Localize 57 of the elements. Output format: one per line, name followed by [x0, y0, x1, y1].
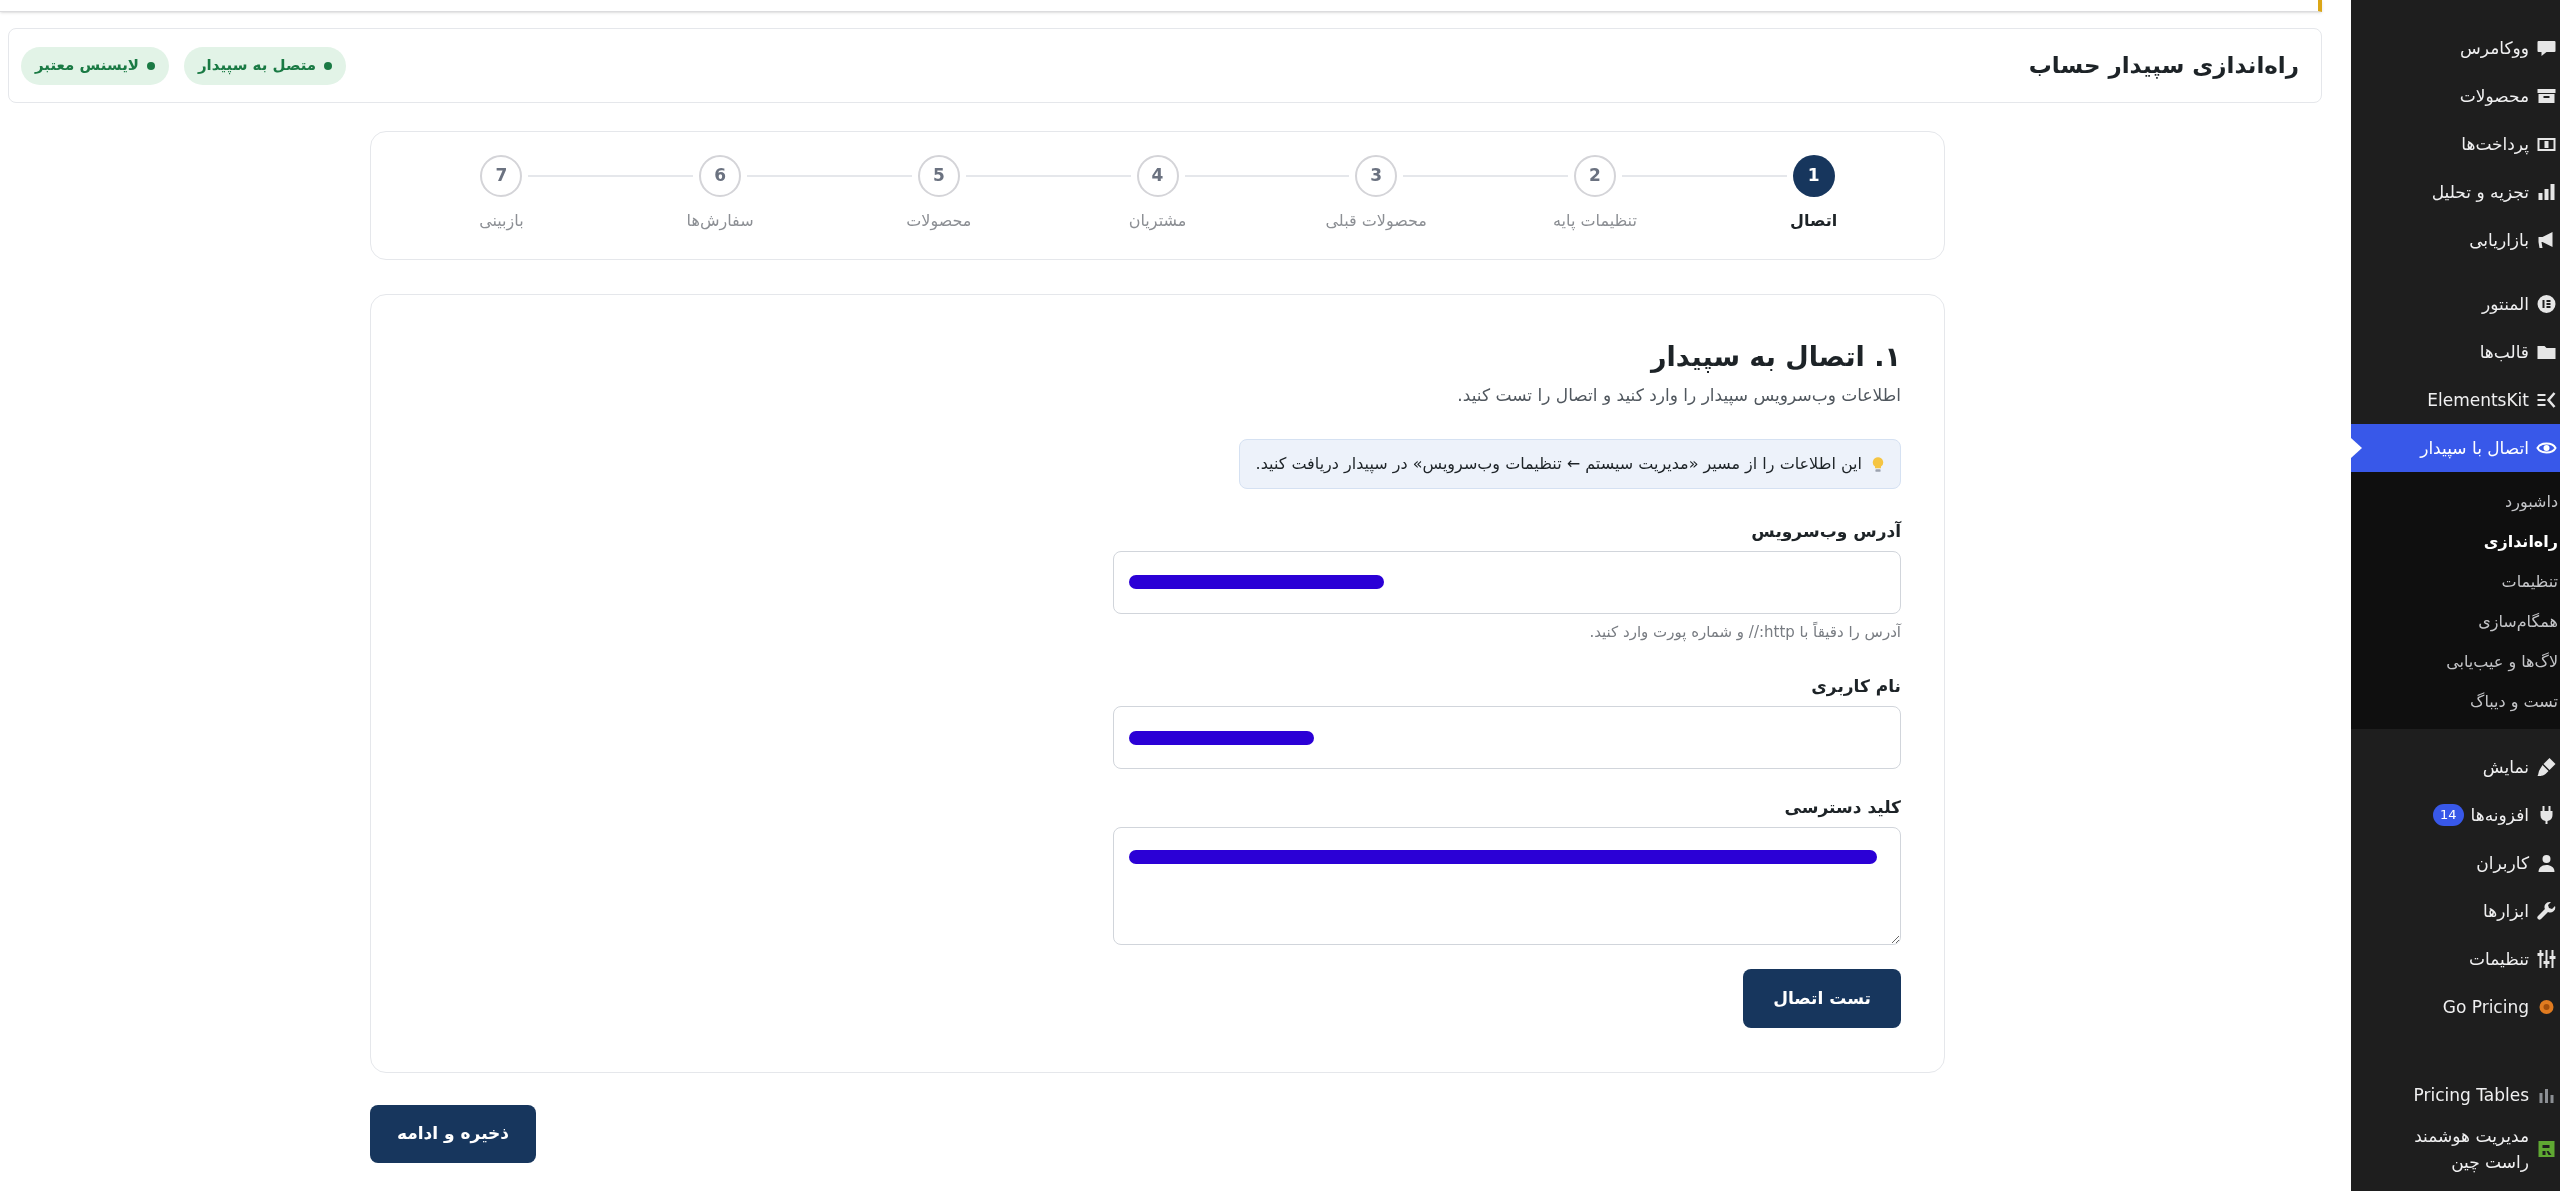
sliders-icon	[2536, 949, 2557, 969]
lightbulb-icon	[1872, 455, 1884, 473]
menu-item[interactable]: ابزارها	[2351, 887, 2560, 935]
menu-item[interactable]: قالب‌ها	[2351, 328, 2560, 376]
field-label: نام کاربری	[1810, 675, 1901, 698]
archive-box-icon	[2536, 86, 2557, 106]
badge-label: لایسنس معتبر	[35, 55, 139, 77]
badge-label: متصل به سپیدار	[197, 55, 317, 77]
menu-item[interactable]: بازاریابی	[2351, 216, 2560, 264]
submenu-item[interactable]: راه‌اندازی	[2351, 522, 2560, 562]
user-icon	[2536, 853, 2557, 873]
step-label: بازبینی	[479, 210, 524, 233]
menu-item[interactable]: Pricing Tables	[2351, 1071, 2560, 1119]
speech-bubble-icon	[2536, 38, 2557, 58]
step-label: محصولات	[906, 210, 972, 233]
menu-item[interactable]: محصولات	[2351, 72, 2560, 120]
circle-bars-icon	[2536, 294, 2557, 314]
pencil-icon	[2536, 757, 2557, 777]
save-button[interactable]: ذخیره و ادامه	[370, 1105, 536, 1163]
field-label: آدرس وب‌سرویس	[1750, 520, 1901, 543]
menu-item[interactable]: نمایش	[2351, 743, 2560, 791]
step-label: اتصال	[1790, 210, 1838, 232]
menu-item[interactable]: کاربران	[2351, 839, 2560, 887]
menu-item[interactable]: ووکامرس	[2351, 24, 2560, 72]
menu-item[interactable]: تنظیمات	[2351, 935, 2560, 983]
status-dot-icon	[324, 61, 333, 70]
text-input[interactable]	[1113, 706, 1901, 769]
bar-chart-icon	[2536, 182, 2557, 202]
step-label: تنظیمات پایه	[1553, 210, 1637, 233]
text-input[interactable]	[1113, 551, 1901, 614]
count-badge: 14	[2433, 804, 2464, 826]
test-connection-button[interactable]: تست اتصال	[1743, 969, 1901, 1028]
section-title: ۱. اتصال به سپیدار	[1649, 340, 1901, 375]
lines-chevron-icon	[2536, 390, 2557, 410]
submenu-item[interactable]: داشبورد	[2351, 482, 2560, 522]
menu-item[interactable]: ElementsKit	[2351, 376, 2560, 424]
logo-mark-icon	[2536, 1139, 2557, 1159]
info-text: این اطلاعات را از مسیر «مدیریت سیستم ← تنظیمات وب‌سرویس» در سپیدار دریافت کنید.	[1255, 453, 1862, 476]
field-label: کلید دسترسی	[1783, 796, 1901, 819]
menu-item[interactable]: پرداخت‌ها	[2351, 120, 2560, 168]
menu-item[interactable]: مدیریت هوشمند راست چین	[2351, 1119, 2560, 1179]
menu-item[interactable]: اتصال با سپیدار	[2351, 424, 2560, 472]
menu-item[interactable]: المنتور	[2351, 280, 2560, 328]
status-dot-icon	[146, 61, 155, 70]
page-title: راه‌اندازی سپیدار حساب	[2028, 51, 2299, 81]
submenu-item[interactable]: لاگ‌ها و عیب‌یابی	[2351, 642, 2560, 682]
step-label: مشتریان	[1128, 210, 1187, 233]
step-label: سفارش‌ها	[686, 210, 754, 233]
step-label: محصولات قبلی	[1325, 210, 1427, 232]
submenu-item[interactable]: تست و دیباگ	[2351, 682, 2560, 722]
submenu-item[interactable]: همگام‌سازی	[2351, 602, 2560, 642]
menu-item[interactable]: تجزیه و تحلیل	[2351, 168, 2560, 216]
wrench-icon	[2536, 901, 2557, 921]
field-hint: آدرس را دقیقاً با http:// و شماره پورت وارد کنید.	[1588, 622, 1901, 642]
menu-item[interactable]: Go Pricing	[2351, 983, 2560, 1031]
section-subtitle: اطلاعات وب‌سرویس سپیدار را وارد کنید و اتصال را تست کنید.	[1456, 384, 1901, 407]
submenu-item[interactable]: تنظیمات	[2351, 562, 2560, 602]
